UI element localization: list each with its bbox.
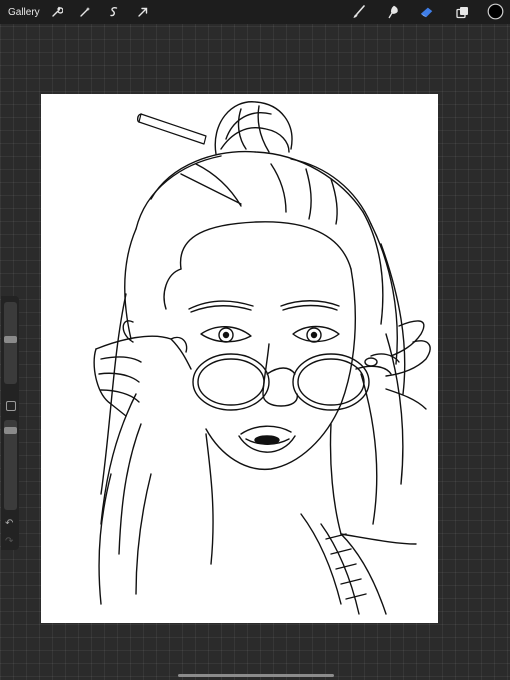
gallery-button[interactable]: Gallery — [8, 7, 40, 18]
opacity-slider-knob[interactable] — [4, 427, 17, 434]
eraser-icon[interactable] — [420, 5, 434, 19]
drawing-canvas[interactable] — [41, 94, 438, 623]
selection-icon[interactable] — [107, 5, 121, 19]
color-swatch[interactable] — [487, 3, 504, 20]
transform-arrow-icon[interactable] — [136, 5, 150, 19]
smudge-icon[interactable] — [386, 5, 400, 19]
layers-icon[interactable] — [455, 5, 469, 19]
redo-icon[interactable]: ↷ — [5, 536, 13, 547]
top-toolbar: Gallery — [0, 0, 510, 24]
brush-size-slider[interactable] — [4, 302, 17, 384]
sidebar: ↶ ↷ — [1, 296, 19, 550]
brush-icon[interactable] — [352, 5, 366, 19]
undo-icon[interactable]: ↶ — [5, 518, 13, 529]
brush-size-slider-knob[interactable] — [4, 336, 17, 343]
magic-wand-icon[interactable] — [78, 5, 92, 19]
wrench-icon[interactable] — [50, 5, 64, 19]
modify-button[interactable] — [6, 401, 16, 411]
home-indicator — [178, 674, 334, 677]
line-drawing-portrait — [93, 101, 431, 615]
